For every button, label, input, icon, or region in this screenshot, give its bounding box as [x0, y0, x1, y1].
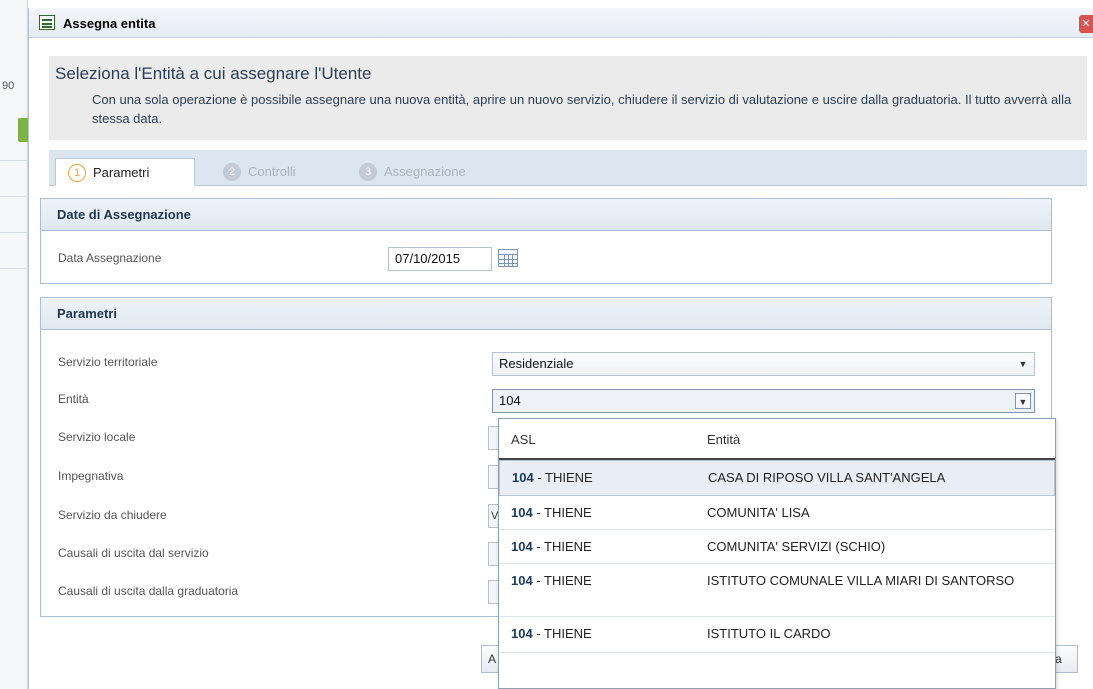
step-number-badge: 1 — [68, 164, 86, 182]
list-item[interactable]: 104 - THIENE ISTITUTO COMUNALE VILLA MIA… — [499, 564, 1055, 617]
panel-title: Date di Assegnazione — [41, 199, 1051, 231]
button-label: a — [1055, 652, 1062, 666]
asl-name: - THIENE — [532, 505, 592, 520]
divider — [0, 268, 28, 269]
column-header-entita: Entità — [707, 432, 741, 447]
dialog-titlebar: Assegna entita ✕ — [29, 8, 1093, 38]
asl-cell: 104 - THIENE — [511, 573, 592, 588]
date-label: Data Assegnazione — [58, 251, 162, 265]
close-icon[interactable]: ✕ — [1079, 15, 1093, 33]
background-green-button[interactable] — [18, 118, 28, 142]
asl-code: 104 — [512, 470, 534, 485]
panel-title: Parametri — [41, 298, 1051, 330]
field-label: Causali di uscita dal servizio — [58, 546, 209, 560]
entita-cell: COMUNITA' SERVIZI (SCHIO) — [707, 539, 886, 554]
entita-combobox[interactable]: 104 ▼ — [492, 389, 1035, 413]
combobox-value: 104 — [499, 393, 521, 408]
wizard-tabs: 1 Parametri 2 Controlli 3 Assegnazione — [49, 150, 1087, 186]
calendar-icon[interactable] — [498, 249, 518, 267]
dropdown-header: ASL Entità — [499, 419, 1055, 460]
divider — [0, 196, 28, 197]
tab-label: Assegnazione — [384, 164, 466, 179]
chevron-down-icon[interactable]: ▼ — [1015, 393, 1031, 409]
asl-name: - THIENE — [532, 539, 592, 554]
step-number-badge: 3 — [359, 163, 377, 181]
field-label: Servizio da chiudere — [58, 508, 167, 522]
background-app-strip: 90 — [0, 0, 28, 689]
asl-name: - THIENE — [532, 626, 592, 641]
asl-code: 104 — [511, 505, 533, 520]
tab-controlli[interactable]: 2 Controlli — [211, 158, 308, 186]
asl-code: 104 — [511, 626, 533, 641]
list-item[interactable]: 104 - THIENE COMUNITA' SERVIZI (SCHIO) — [499, 530, 1055, 564]
intro-description: Con una sola operazione è possibile asse… — [92, 92, 1072, 126]
intro-box: Seleziona l'Entità a cui assegnare l'Ute… — [49, 56, 1087, 140]
field-label: Causali di uscita dalla graduatoria — [58, 584, 239, 598]
chevron-down-icon[interactable]: ▼ — [1015, 356, 1031, 372]
step-number-badge: 2 — [223, 163, 241, 181]
servizio-territoriale-select[interactable]: Residenziale ▼ — [492, 352, 1035, 376]
date-assignment-panel: Date di Assegnazione Data Assegnazione 0… — [40, 198, 1052, 284]
asl-cell: 104 - THIENE — [512, 470, 593, 485]
asl-cell: 104 - THIENE — [511, 505, 592, 520]
background-number: 90 — [2, 80, 15, 92]
field-label: Entità — [58, 392, 89, 406]
asl-name: - THIENE — [532, 573, 592, 588]
tab-label: Parametri — [93, 165, 150, 180]
field-label: Impegnativa — [58, 469, 124, 483]
list-item[interactable]: 104 - THIENE COMUNITA' LISA — [499, 496, 1055, 530]
entita-cell: CASA DI RIPOSO VILLA SANT'ANGELA — [708, 470, 946, 485]
form-icon — [39, 15, 55, 30]
dialog-title: Assegna entita — [63, 16, 156, 31]
select-value: Residenziale — [499, 356, 574, 371]
divider — [0, 160, 28, 161]
page-title: Seleziona l'Entità a cui assegnare l'Ute… — [55, 64, 372, 83]
asl-code: 104 — [511, 539, 533, 554]
divider — [0, 232, 28, 233]
field-label: Servizio territoriale — [58, 355, 158, 369]
entita-dropdown-list: ASL Entità 104 - THIENE CASA DI RIPOSO V… — [498, 418, 1056, 689]
asl-name: - THIENE — [533, 470, 593, 485]
tab-parametri[interactable]: 1 Parametri — [55, 158, 195, 186]
asl-code: 104 — [511, 573, 533, 588]
column-header-asl: ASL — [511, 432, 536, 447]
tab-assegnazione[interactable]: 3 Assegnazione — [347, 158, 478, 186]
assignment-date-field[interactable]: 07/10/2015 — [388, 247, 492, 271]
asl-cell: 104 - THIENE — [511, 626, 592, 641]
list-item[interactable]: 104 - THIENE ISTITUTO IL CARDO — [499, 617, 1055, 653]
entita-cell: ISTITUTO COMUNALE VILLA MIARI DI SANTORS… — [707, 573, 1015, 588]
asl-cell: 104 - THIENE — [511, 539, 592, 554]
tab-label: Controlli — [248, 164, 296, 179]
list-item[interactable]: 104 - THIENE CASA DI RIPOSO VILLA SANT'A… — [499, 460, 1055, 496]
field-label: Servizio locale — [58, 430, 136, 444]
entita-cell: COMUNITA' LISA — [707, 505, 810, 520]
button-label: A — [488, 652, 497, 666]
entita-cell: ISTITUTO IL CARDO — [707, 626, 831, 641]
